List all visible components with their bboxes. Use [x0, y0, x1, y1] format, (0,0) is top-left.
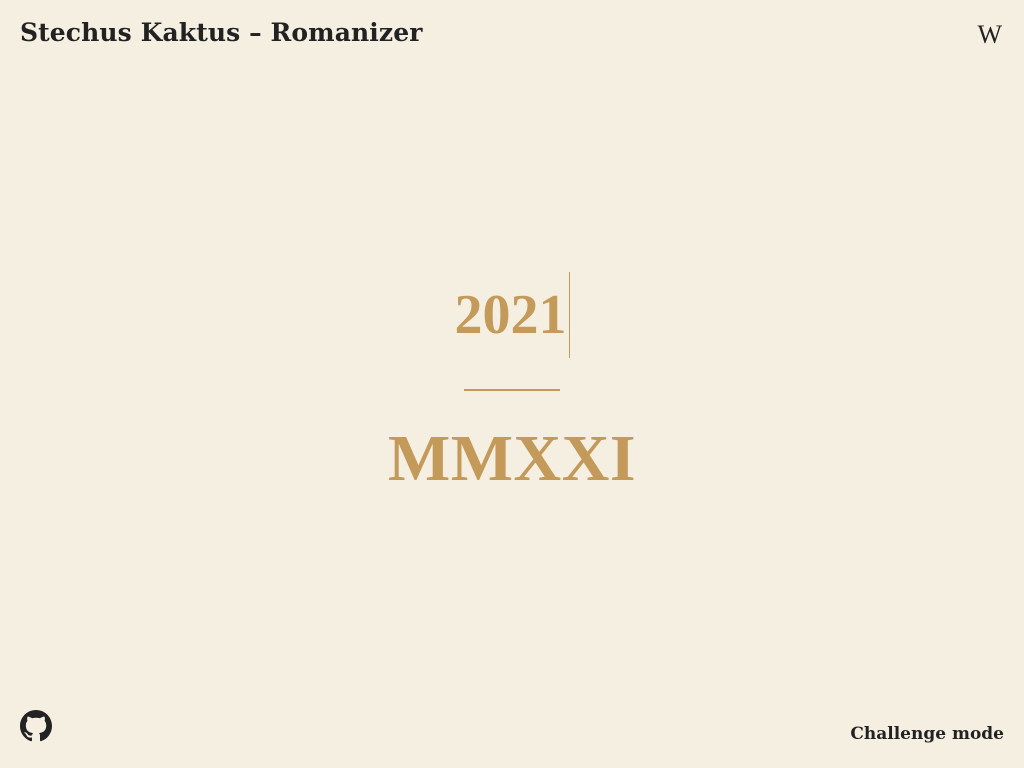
wikipedia-icon: W: [977, 20, 1002, 49]
app-title: Stechus Kaktus – Romanizer: [20, 18, 423, 47]
number-input[interactable]: 2021: [455, 272, 570, 358]
github-link[interactable]: [20, 710, 52, 742]
number-input-container: 2021: [0, 272, 1024, 358]
text-caret: [568, 272, 570, 358]
roman-numeral-output: MMXXI: [387, 422, 637, 495]
app-page: Stechus Kaktus – Romanizer W 2021 MMXXI …: [0, 0, 1024, 768]
github-icon: [20, 710, 52, 742]
number-input-value: 2021: [454, 284, 567, 346]
wikipedia-link[interactable]: W: [977, 20, 1002, 50]
divider-line: [464, 389, 560, 391]
challenge-mode-link[interactable]: Challenge mode: [850, 724, 1004, 744]
